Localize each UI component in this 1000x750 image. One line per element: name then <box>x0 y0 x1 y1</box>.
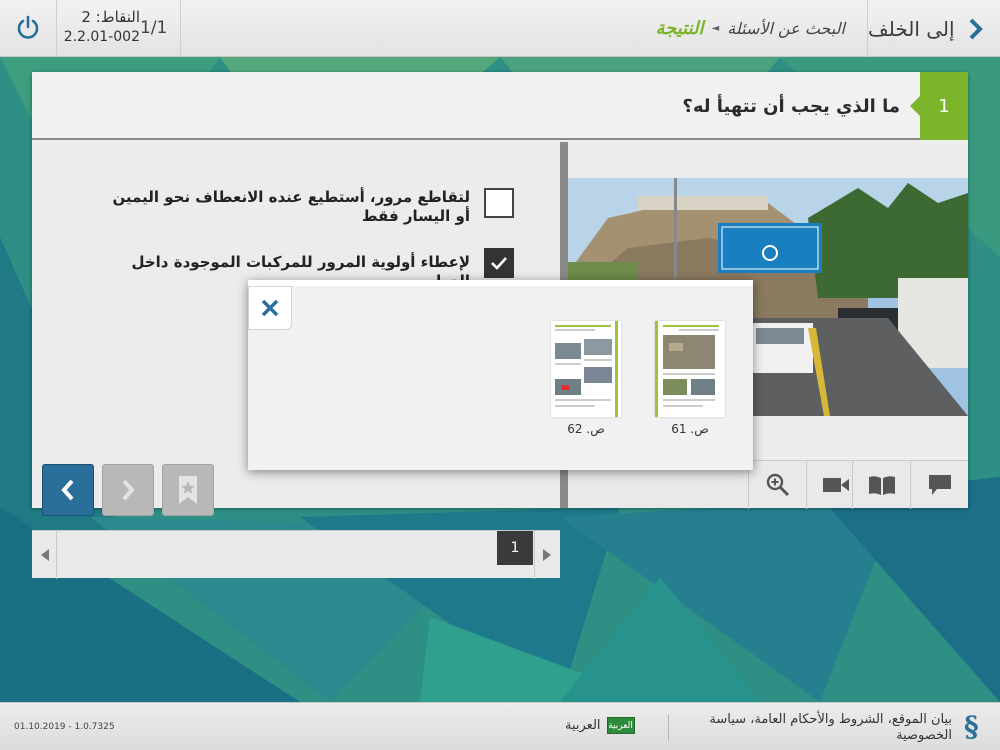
page-preview-image <box>551 321 621 417</box>
answer-checkbox[interactable] <box>484 188 514 218</box>
breadcrumb-result: النتيجة <box>655 18 704 39</box>
back-label: إلى الخلف <box>868 16 955 41</box>
bookmark-star-icon <box>179 476 197 504</box>
language-name: العربية <box>565 718 601 733</box>
breadcrumb-search-questions[interactable]: البحث عن الأسئلة <box>727 19 845 38</box>
divider <box>534 531 535 579</box>
zoom-button[interactable] <box>748 461 806 509</box>
answer-text: لتقاطع مرور، أستطيع عنده الانعطاف نحو ال… <box>112 188 470 225</box>
power-icon[interactable] <box>14 14 42 42</box>
current-page-indicator[interactable]: 1 <box>497 531 533 565</box>
book-button[interactable] <box>852 461 910 509</box>
question-text: ما الذي يجب أن تتهيأ له؟ <box>682 95 900 117</box>
back-button[interactable]: إلى الخلف <box>868 0 1000 57</box>
version-info: 01.10.2019 - 1.0.7325 <box>14 722 115 732</box>
checkmark-icon <box>491 257 507 270</box>
page-preview-image <box>655 321 725 417</box>
top-bar: إلى الخلف البحث عن الأسئلة ◄ النتيجة 1/1… <box>0 0 1000 57</box>
legal-paragraph-icon: § <box>964 710 979 743</box>
breadcrumb: البحث عن الأسئلة ◄ النتيجة <box>655 0 845 57</box>
next-question-button[interactable] <box>102 464 154 516</box>
textbook-pages-modal: ص. 62 ص. 61 <box>248 280 753 470</box>
comment-icon <box>928 475 951 495</box>
page-thumbnail[interactable] <box>551 321 621 417</box>
book-icon <box>868 476 895 495</box>
points-label: النقاط: 2 <box>81 8 140 26</box>
page-next-icon[interactable] <box>540 547 554 563</box>
language-selector[interactable]: العربية العربية <box>565 717 635 734</box>
question-number-arrow <box>910 96 920 116</box>
chevron-right-icon <box>969 18 983 39</box>
close-icon <box>261 299 279 317</box>
video-icon <box>822 478 849 492</box>
answer-checkbox-checked[interactable] <box>484 248 514 278</box>
divider <box>180 0 181 57</box>
points-info: النقاط: 2 2.2.01-002 <box>62 8 140 45</box>
answer-option-1[interactable]: لتقاطع مرور، أستطيع عنده الانعطاف نحو ال… <box>94 188 514 226</box>
question-code: 2.2.01-002 <box>63 29 140 45</box>
bookmark-question-button[interactable] <box>162 464 214 516</box>
divider <box>867 0 868 57</box>
comment-button[interactable] <box>910 461 968 509</box>
footer-bar: § بيان الموقع، الشروط والأحكام العامة، س… <box>0 702 1000 750</box>
question-header: 1 ما الذي يجب أن تتهيأ له؟ <box>32 72 968 140</box>
breadcrumb-arrow-icon: ◄ <box>711 23 720 34</box>
page-label: ص. 62 <box>567 422 605 436</box>
page-thumbnail[interactable] <box>655 321 725 417</box>
divider <box>668 715 669 741</box>
legal-links[interactable]: بيان الموقع، الشروط والأحكام العامة، سيا… <box>682 712 952 744</box>
divider <box>56 531 57 579</box>
divider <box>56 0 57 57</box>
chevron-left-icon <box>61 479 74 501</box>
question-number: 1 <box>920 72 968 140</box>
question-counter: 1/1 <box>140 18 168 38</box>
page-navigator: 1 <box>32 530 560 579</box>
page-prev-icon[interactable] <box>38 547 52 563</box>
close-modal-button[interactable] <box>248 286 292 330</box>
zoom-icon <box>766 473 789 497</box>
previous-question-button[interactable] <box>42 464 94 516</box>
chevron-right-icon <box>122 479 135 501</box>
page-label: ص. 61 <box>671 422 709 436</box>
language-flag-badge: العربية <box>606 717 635 734</box>
